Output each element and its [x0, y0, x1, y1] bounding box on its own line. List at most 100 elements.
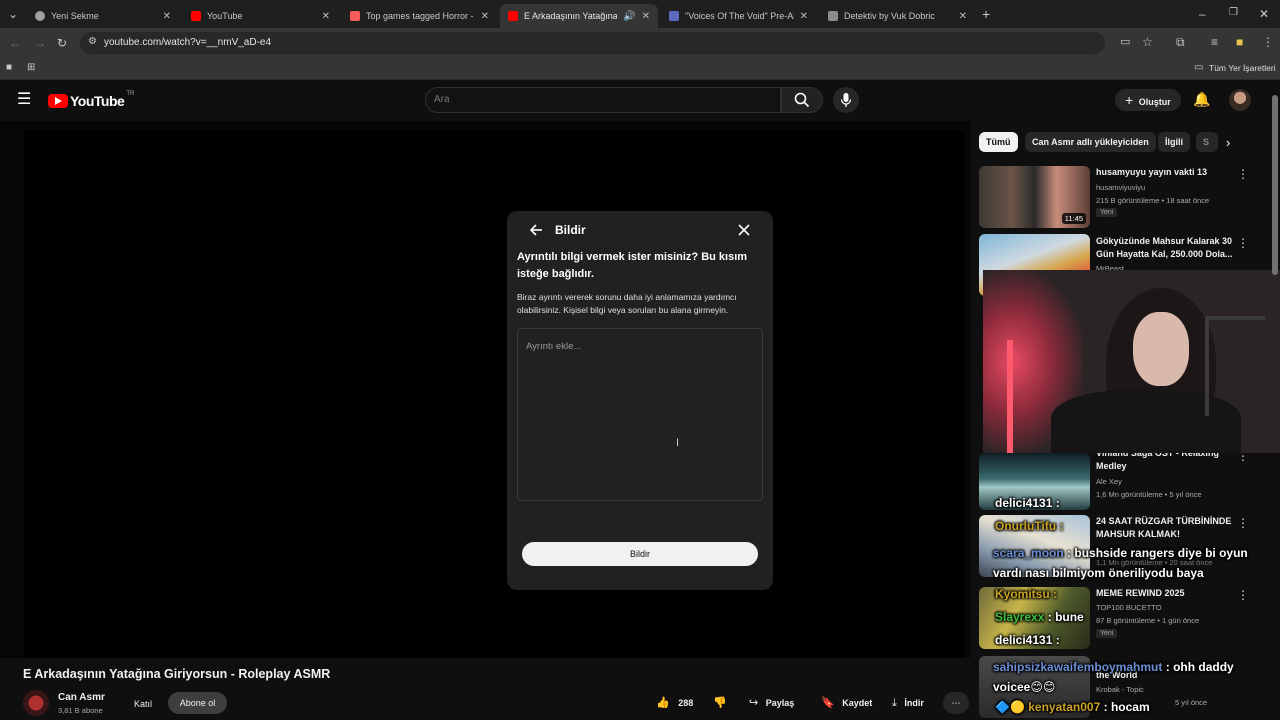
plus-icon: + [1125, 92, 1134, 108]
tab-youtube[interactable]: YouTube ✕ [183, 4, 338, 28]
chat-message: Kyomitsu : [995, 587, 1058, 601]
new-badge: Yeni [1096, 629, 1118, 638]
close-icon[interactable]: ✕ [322, 11, 330, 22]
new-tab-icon[interactable]: + [982, 7, 990, 21]
search-button[interactable] [781, 87, 823, 113]
all-bookmarks-label[interactable]: Tüm Yer İşaretleri [1209, 63, 1276, 73]
extensions-icon[interactable]: ⧉ [1176, 36, 1185, 48]
channel-name[interactable]: Can Asmr [58, 692, 105, 703]
apps-icon[interactable]: ■ [6, 63, 12, 73]
close-icon[interactable]: ✕ [959, 11, 967, 22]
profile-icon[interactable]: ■ [1236, 36, 1243, 48]
tab-voices-of-the-void[interactable]: "Voices Of The Void" Pre-Alpha ✕ [661, 4, 816, 28]
bookmark-star-icon[interactable]: ☆ [1142, 36, 1153, 48]
tab-new[interactable]: Yeni Sekme ✕ [27, 4, 179, 28]
related-thumbnail[interactable]: 11:45 [979, 166, 1090, 228]
page-scrollbar[interactable] [1272, 95, 1278, 275]
download-button[interactable]: ⤓ İndir [882, 692, 934, 714]
report-submit-button[interactable]: Bildir [522, 542, 758, 566]
chat-username: delici4131 [995, 496, 1053, 510]
chip-more[interactable]: S [1196, 132, 1218, 152]
share-label: Paylaş [765, 698, 795, 708]
modal-backdrop[interactable] [0, 121, 970, 658]
details-textarea[interactable]: Ayrıntı ekle... [517, 328, 763, 501]
video-duration: 11:45 [1061, 213, 1086, 224]
subscriber-count: 3,81 B abone [58, 706, 103, 715]
tab-title: Yeni Sekme [51, 11, 99, 21]
tab-title: "Voices Of The Void" Pre-Alpha [685, 11, 794, 21]
tab-itch[interactable]: Top games tagged Horror - itch ✕ [342, 4, 497, 28]
install-icon[interactable]: ▭ [1120, 37, 1130, 48]
related-channel[interactable]: TOP100 BUCETTO [1096, 601, 1246, 614]
hamburger-menu-icon[interactable]: ☰ [17, 92, 31, 108]
back-arrow-icon[interactable] [529, 223, 543, 237]
emote-icons: 🔷🟡 [995, 700, 1025, 714]
reload-icon[interactable]: ↻ [57, 37, 67, 49]
restore-icon[interactable]: ❐ [1229, 8, 1238, 18]
close-icon[interactable]: ✕ [800, 11, 808, 22]
more-options-icon[interactable]: ⋮ [1237, 236, 1249, 250]
tab-detektiv[interactable]: Detektiv by Vuk Dobric ✕ [820, 4, 975, 28]
chat-text: hocam [1110, 700, 1150, 714]
chat-message: Slayrexx : bune [995, 610, 1084, 624]
thumbs-up-icon: 👍 [656, 697, 670, 709]
streamer-webcam [983, 270, 1280, 453]
related-channel[interactable]: Ale Xey [1096, 475, 1246, 488]
chat-message: delici4131 : [995, 633, 1060, 647]
site-info-icon[interactable]: ⚙ [88, 37, 97, 47]
close-window-icon[interactable]: ✕ [1259, 8, 1269, 20]
tab-current-video[interactable]: E Arkadaşının Yatağına Giriy 🔊 ✕ [500, 4, 658, 28]
save-button[interactable]: 🔖 Kaydet [811, 692, 883, 714]
tab-title: Detektiv by Vuk Dobric [844, 11, 935, 21]
more-options-icon[interactable]: ⋮ [1237, 167, 1249, 181]
back-icon[interactable]: ← [9, 37, 21, 49]
tab-search-icon[interactable]: ⌄ [8, 8, 18, 20]
related-title[interactable]: 24 SAAT RÜZGAR TÜRBİNİNDE MAHSUR KALMAK! [1096, 515, 1236, 541]
share-button[interactable]: ↪ Paylaş [739, 692, 805, 714]
join-button[interactable]: Katıl [123, 692, 164, 714]
close-icon[interactable]: ✕ [642, 11, 650, 22]
like-button[interactable]: 👍 288 [646, 692, 701, 714]
speaker-icon[interactable]: 🔊 [623, 11, 635, 22]
subscribe-button[interactable]: Abone ol [168, 692, 227, 714]
youtube-logo[interactable]: YouTube TR [48, 91, 134, 109]
close-icon[interactable]: ✕ [481, 11, 489, 22]
chevron-right-icon[interactable]: › [1226, 136, 1230, 149]
download-label: İndir [904, 698, 924, 708]
related-channel[interactable]: husamviyuviyu [1096, 181, 1246, 194]
voice-search-button[interactable] [833, 87, 859, 113]
more-actions-button[interactable]: ⋯ [943, 692, 969, 714]
video-title: E Arkadaşının Yatağına Giriyorsun - Role… [23, 667, 331, 681]
related-title[interactable]: MEME REWIND 2025 [1096, 587, 1236, 600]
forward-icon[interactable]: → [34, 37, 46, 49]
download-icon: ⤓ [892, 697, 897, 709]
close-icon[interactable]: ✕ [163, 11, 171, 22]
menu-icon[interactable]: ⋮ [1262, 36, 1274, 48]
youtube-play-icon [48, 94, 68, 108]
media-icon[interactable]: ≡ [1211, 36, 1218, 48]
channel-avatar[interactable] [23, 690, 49, 716]
chip-all[interactable]: Tümü [979, 132, 1018, 152]
minimize-icon[interactable]: – [1199, 8, 1206, 20]
related-title[interactable]: Gökyüzünde Mahsur Kalarak 30 Gün Hayatta… [1096, 235, 1236, 261]
create-label: Oluştur [1138, 97, 1171, 107]
chip-from-uploader[interactable]: Can Asmr adlı yükleyiciden [1025, 132, 1156, 152]
new-badge: Yeni [1096, 208, 1118, 217]
chat-username: scara_moon [993, 546, 1064, 560]
related-title[interactable]: husamyuyu yayın vakti 13 [1096, 166, 1236, 179]
close-icon[interactable] [738, 224, 750, 236]
chat-username: kenyatan007 [1028, 700, 1101, 714]
search-input[interactable]: Ara [425, 87, 781, 113]
chip-related[interactable]: İlgili [1158, 132, 1190, 152]
avatar[interactable] [1229, 89, 1251, 111]
create-button[interactable]: + Oluştur [1115, 89, 1181, 111]
notifications-bell-icon[interactable]: 🔔 [1193, 92, 1210, 106]
more-options-icon[interactable]: ⋮ [1237, 516, 1249, 530]
grid-icon[interactable]: ⊞ [27, 63, 35, 73]
chat-username: sahipsizkawaifemboymahmut [993, 660, 1163, 674]
url-field[interactable]: ⚙ youtube.com/watch?v=__nmV_aD-e4 [80, 32, 1105, 54]
more-options-icon[interactable]: ⋮ [1237, 588, 1249, 602]
dislike-button[interactable]: 👎 [703, 692, 731, 714]
tab-title: E Arkadaşının Yatağına Giriy [524, 11, 618, 21]
like-count: 288 [678, 698, 694, 708]
